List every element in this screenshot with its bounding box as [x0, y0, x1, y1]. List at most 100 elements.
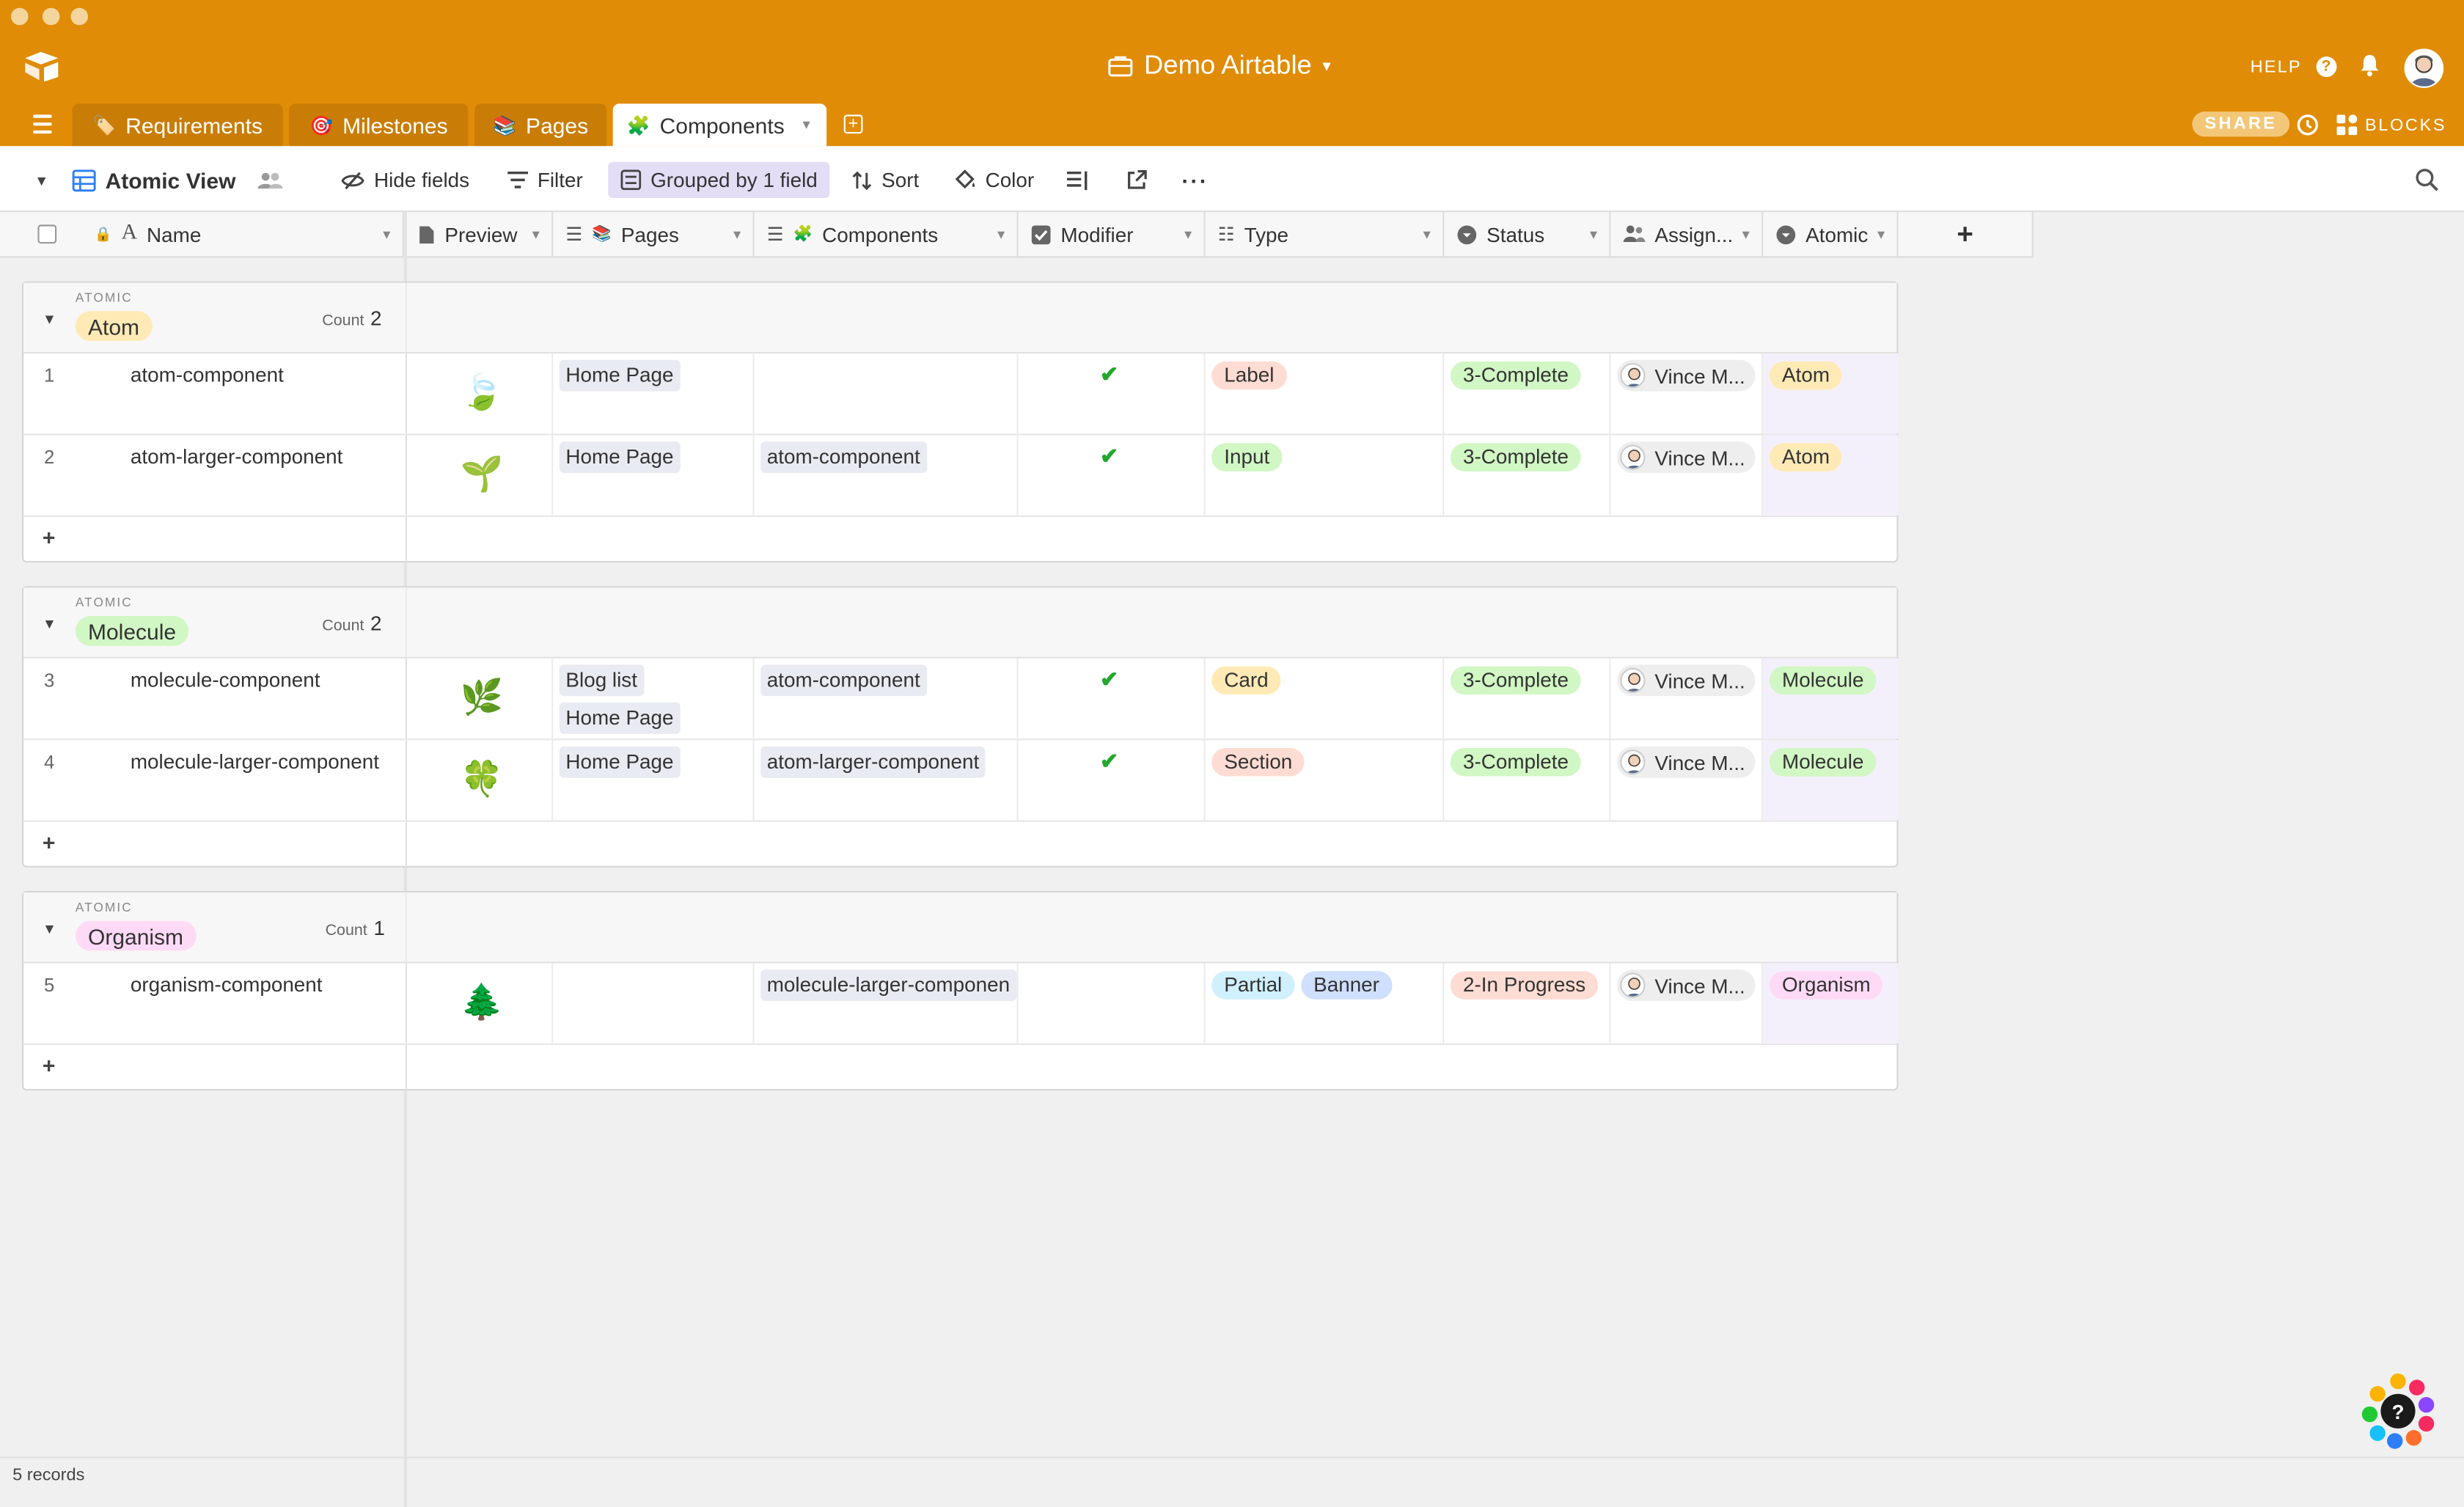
- add-record-row[interactable]: +: [23, 517, 1896, 563]
- linked-record-chip[interactable]: atom-component: [760, 664, 927, 697]
- type-cell[interactable]: Partial Banner: [1206, 963, 1445, 1044]
- group-button[interactable]: Grouped by 1 field: [608, 161, 830, 198]
- chevron-down-icon[interactable]: ▼: [1739, 227, 1752, 241]
- chevron-down-icon[interactable]: ▼: [1587, 227, 1599, 241]
- atomic-cell[interactable]: Molecule: [1763, 658, 1899, 739]
- type-cell[interactable]: Section: [1206, 740, 1445, 821]
- name-cell[interactable]: atom-component: [131, 363, 284, 386]
- window-minimize-button[interactable]: [42, 7, 60, 26]
- sort-button[interactable]: Sort: [851, 162, 919, 198]
- base-title[interactable]: Demo Airtable ▼: [1108, 51, 1334, 82]
- modifier-cell[interactable]: ✔: [1019, 353, 1206, 434]
- components-cell[interactable]: atom-component: [755, 435, 1019, 516]
- column-header-pages[interactable]: ☰ 📚 Pages ▼: [553, 212, 755, 257]
- chevron-down-icon[interactable]: ▼: [381, 227, 393, 241]
- airtable-logo-icon[interactable]: [23, 51, 61, 90]
- column-header-type[interactable]: ☷ Type ▼: [1206, 212, 1445, 257]
- assignee-cell[interactable]: Vince M...: [1610, 658, 1764, 739]
- help-button[interactable]: HELP ?: [2251, 56, 2336, 77]
- assignee-cell[interactable]: Vince M...: [1610, 963, 1764, 1044]
- table-row[interactable]: 4 molecule-larger-component 🍀 Home Page …: [23, 740, 1899, 822]
- table-row[interactable]: 1 atom-component 🍃 Home Page ✔ Label 3-C…: [23, 353, 1899, 436]
- add-record-row[interactable]: +: [23, 821, 1896, 868]
- chevron-down-icon[interactable]: ▼: [1420, 227, 1433, 241]
- collaborative-view-icon[interactable]: [257, 162, 283, 198]
- status-cell[interactable]: 2-In Progress: [1444, 963, 1611, 1044]
- chevron-down-icon[interactable]: ▼: [529, 227, 542, 241]
- atomic-cell[interactable]: Atom: [1763, 435, 1899, 516]
- components-cell[interactable]: atom-component: [755, 658, 1019, 739]
- help-widget-icon[interactable]: ?: [2357, 1371, 2438, 1452]
- preview-cell[interactable]: 🌲: [405, 963, 554, 1044]
- preview-cell[interactable]: 🍀: [405, 740, 554, 821]
- filter-button[interactable]: Filter: [507, 162, 583, 198]
- linked-record-chip[interactable]: Blog list: [559, 664, 644, 697]
- name-cell[interactable]: atom-larger-component: [131, 444, 343, 468]
- chevron-down-icon[interactable]: ▼: [995, 227, 1008, 241]
- pages-cell[interactable]: Home Page: [553, 435, 755, 516]
- status-cell[interactable]: 3-Complete: [1444, 740, 1611, 821]
- pages-cell[interactable]: Home Page: [553, 740, 755, 821]
- atomic-cell[interactable]: Organism: [1763, 963, 1899, 1044]
- menu-icon[interactable]: [33, 114, 52, 138]
- linked-record-chip[interactable]: Home Page: [559, 746, 681, 778]
- type-cell[interactable]: Card: [1206, 658, 1445, 739]
- chevron-down-icon[interactable]: ▼: [1875, 227, 1888, 241]
- assignee-cell[interactable]: Vince M...: [1610, 353, 1764, 434]
- column-header-modifier[interactable]: Modifier ▼: [1019, 212, 1206, 257]
- pages-cell[interactable]: [553, 963, 755, 1044]
- select-all-checkbox[interactable]: [0, 212, 81, 256]
- table-row[interactable]: 2 atom-larger-component 🌱 Home Page atom…: [23, 435, 1899, 517]
- add-record-row[interactable]: +: [23, 1045, 1896, 1091]
- column-header-status[interactable]: Status ▼: [1444, 212, 1611, 257]
- tab-pages[interactable]: 📚 Pages: [474, 103, 607, 147]
- atomic-cell[interactable]: Atom: [1763, 353, 1899, 434]
- preview-cell[interactable]: 🌱: [405, 435, 554, 516]
- tab-milestones[interactable]: 🎯 Milestones: [289, 103, 469, 147]
- color-button[interactable]: Color: [954, 162, 1034, 198]
- hide-fields-button[interactable]: Hide fields: [341, 162, 469, 198]
- status-cell[interactable]: 3-Complete: [1444, 658, 1611, 739]
- type-cell[interactable]: Label: [1206, 353, 1445, 434]
- name-cell[interactable]: molecule-component: [131, 668, 320, 692]
- share-view-icon[interactable]: [1126, 162, 1147, 198]
- linked-record-chip[interactable]: Home Page: [559, 441, 681, 473]
- row-height-icon[interactable]: [1067, 162, 1089, 198]
- name-cell[interactable]: organism-component: [131, 972, 323, 996]
- column-header-name[interactable]: 🔒 A Name ▼: [81, 212, 406, 257]
- search-icon[interactable]: [2416, 162, 2439, 198]
- add-field-button[interactable]: +: [1899, 212, 2034, 257]
- status-cell[interactable]: 3-Complete: [1444, 435, 1611, 516]
- assignee-cell[interactable]: Vince M...: [1610, 435, 1764, 516]
- components-cell[interactable]: molecule-larger-componen: [755, 963, 1019, 1044]
- linked-record-chip[interactable]: atom-larger-component: [760, 746, 986, 778]
- collapse-triangle-icon[interactable]: ▼: [43, 311, 56, 326]
- column-header-components[interactable]: ☰ 🧩 Components ▼: [755, 212, 1019, 257]
- column-header-assignee[interactable]: Assign... ▼: [1610, 212, 1764, 257]
- pages-cell[interactable]: Home Page: [553, 353, 755, 434]
- tab-components[interactable]: 🧩 Components ▼: [612, 103, 827, 147]
- modifier-cell[interactable]: [1019, 963, 1206, 1044]
- chevron-down-icon[interactable]: ▼: [731, 227, 744, 241]
- chevron-down-icon[interactable]: ▼: [800, 118, 813, 132]
- table-row[interactable]: 3 molecule-component 🌿 Blog list Home Pa…: [23, 658, 1899, 741]
- table-row[interactable]: 5 organism-component 🌲 molecule-larger-c…: [23, 963, 1899, 1045]
- components-cell[interactable]: [755, 353, 1019, 434]
- linked-record-chip[interactable]: atom-component: [760, 441, 927, 473]
- preview-cell[interactable]: 🌿: [405, 658, 554, 739]
- more-options-icon[interactable]: ···: [1181, 162, 1208, 198]
- atomic-cell[interactable]: Molecule: [1763, 740, 1899, 821]
- user-avatar[interactable]: [2404, 48, 2444, 88]
- column-header-atomic[interactable]: Atomic ▼: [1763, 212, 1899, 257]
- views-toggle[interactable]: ▼: [34, 162, 48, 198]
- tab-requirements[interactable]: 🏷️ Requirements: [72, 103, 283, 147]
- modifier-cell[interactable]: ✔: [1019, 658, 1206, 739]
- type-cell[interactable]: Input: [1206, 435, 1445, 516]
- linked-record-chip[interactable]: Home Page: [559, 702, 681, 734]
- linked-record-chip[interactable]: molecule-larger-componen: [760, 969, 1016, 1001]
- modifier-cell[interactable]: ✔: [1019, 740, 1206, 821]
- components-cell[interactable]: atom-larger-component: [755, 740, 1019, 821]
- add-table-button[interactable]: +: [843, 114, 863, 134]
- collapse-triangle-icon[interactable]: ▼: [43, 921, 56, 936]
- modifier-cell[interactable]: ✔: [1019, 435, 1206, 516]
